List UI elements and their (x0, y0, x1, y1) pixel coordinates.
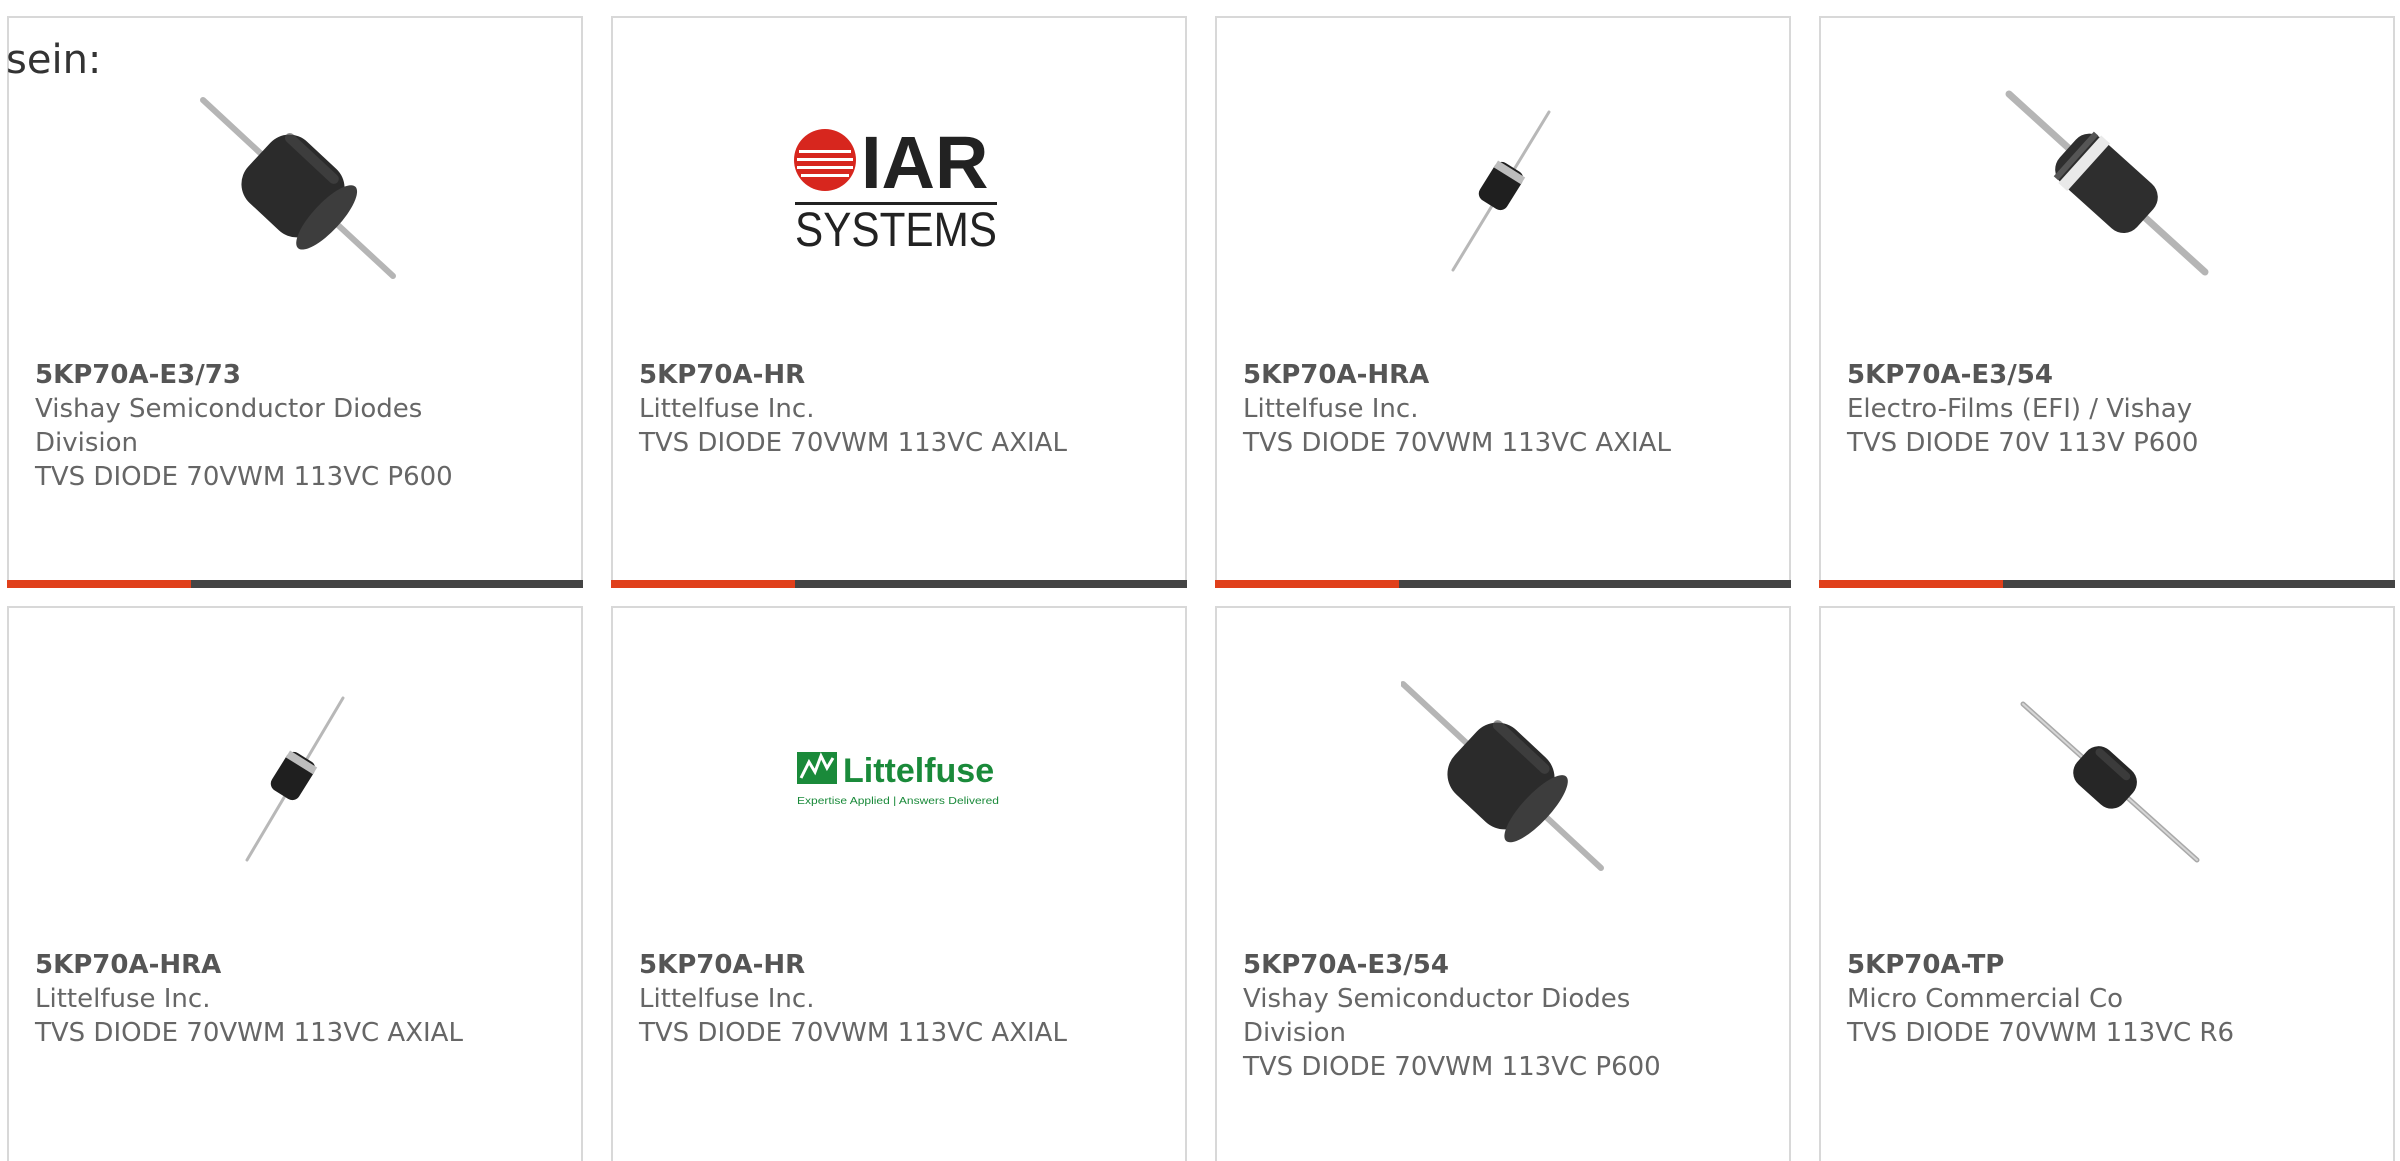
product-info: 5KP70A-HRA Littelfuse Inc. TVS DIODE 70V… (1243, 358, 1763, 460)
product-card[interactable]: Littelfuse Expertise Applied | Answers D… (611, 606, 1187, 1161)
product-info: 5KP70A-HRA Littelfuse Inc. TVS DIODE 70V… (35, 948, 555, 1050)
part-number-link[interactable]: 5KP70A-HRA (35, 948, 555, 982)
card-bottom-bar (7, 580, 583, 588)
manufacturer: Littelfuse Inc. (1243, 394, 1419, 424)
description: TVS DIODE 70VWM 113VC AXIAL (639, 428, 1067, 458)
product-info: 5KP70A-E3/54 Electro-Films (EFI) / Visha… (1847, 358, 2367, 460)
description: TVS DIODE 70VWM 113VC P600 (1243, 1052, 1661, 1082)
product-card[interactable]: 5KP70A-HRA Littelfuse Inc. TVS DIODE 70V… (1215, 16, 1791, 588)
product-card[interactable]: 5KP70A-HRA Littelfuse Inc. TVS DIODE 70V… (7, 606, 583, 1161)
intro-text: sein: (6, 37, 102, 83)
littelfuse-logo-text: Littelfuse (843, 752, 994, 790)
description: TVS DIODE 70VWM 113VC AXIAL (639, 1018, 1067, 1048)
card-accent (1819, 580, 2003, 588)
manufacturer: Vishay Semiconductor Diodes Division (1243, 984, 1631, 1048)
product-card[interactable]: 5KP70A-E3/54 Vishay Semiconductor Diodes… (1215, 606, 1791, 1161)
description: TVS DIODE 70VWM 113VC AXIAL (35, 1018, 463, 1048)
iar-systems-logo: IAR SYSTEMS (794, 121, 997, 257)
product-image[interactable] (1821, 676, 2393, 880)
product-info: 5KP70A-TP Micro Commercial Co TVS DIODE … (1847, 948, 2367, 1050)
product-info: 5KP70A-HR Littelfuse Inc. TVS DIODE 70VW… (639, 358, 1159, 460)
description: TVS DIODE 70V 113V P600 (1847, 428, 2199, 458)
card-bottom-bar (611, 580, 1187, 588)
product-image[interactable] (1821, 86, 2393, 290)
systems-logo-text: SYSTEMS (795, 204, 997, 257)
product-grid-page: sein: 5KP70A-E3/73 Vishay Semiconductor … (0, 0, 2400, 1161)
product-image[interactable]: IAR SYSTEMS (613, 86, 1185, 290)
axial-diode-banded-icon (2005, 90, 2209, 276)
axial-diode-medium-icon (2020, 701, 2200, 863)
manufacturer: Vishay Semiconductor Diodes Division (35, 394, 423, 458)
card-accent (7, 580, 191, 588)
part-number-link[interactable]: 5KP70A-E3/54 (1847, 358, 2367, 392)
part-number-link[interactable]: 5KP70A-E3/54 (1243, 948, 1763, 982)
card-accent (1215, 580, 1399, 588)
product-image[interactable] (1217, 86, 1789, 290)
part-number-link[interactable]: 5KP70A-E3/73 (35, 358, 555, 392)
product-image[interactable] (9, 86, 581, 290)
description: TVS DIODE 70VWM 113VC R6 (1847, 1018, 2235, 1048)
product-card[interactable]: 5KP70A-E3/73 Vishay Semiconductor Diodes… (7, 16, 583, 588)
littelfuse-tagline: Expertise Applied | Answers Delivered (797, 796, 999, 807)
product-card[interactable]: 5KP70A-TP Micro Commercial Co TVS DIODE … (1819, 606, 2395, 1161)
product-info: 5KP70A-HR Littelfuse Inc. TVS DIODE 70VW… (639, 948, 1159, 1050)
manufacturer: Littelfuse Inc. (35, 984, 211, 1014)
product-image[interactable] (9, 676, 581, 880)
axial-diode-small-icon (1451, 110, 1551, 272)
description: TVS DIODE 70VWM 113VC AXIAL (1243, 428, 1671, 458)
axial-diode-small-icon (245, 696, 345, 862)
axial-diode-large-icon (1401, 681, 1604, 871)
manufacturer: Littelfuse Inc. (639, 984, 815, 1014)
product-info: 5KP70A-E3/73 Vishay Semiconductor Diodes… (35, 358, 555, 494)
product-card[interactable]: 5KP70A-E3/54 Electro-Films (EFI) / Visha… (1819, 16, 2395, 588)
product-info: 5KP70A-E3/54 Vishay Semiconductor Diodes… (1243, 948, 1763, 1084)
card-accent (611, 580, 795, 588)
part-number-link[interactable]: 5KP70A-HR (639, 358, 1159, 392)
manufacturer: Littelfuse Inc. (639, 394, 815, 424)
iar-logo-text: IAR (861, 121, 988, 204)
part-number-link[interactable]: 5KP70A-HRA (1243, 358, 1763, 392)
littelfuse-logo: Littelfuse Expertise Applied | Answers D… (797, 752, 999, 807)
product-card[interactable]: IAR SYSTEMS 5KP70A-HR Littelfuse Inc. TV… (611, 16, 1187, 588)
product-image[interactable] (1217, 676, 1789, 880)
card-bottom-bar (1819, 580, 2395, 588)
description: TVS DIODE 70VWM 113VC P600 (35, 462, 453, 492)
axial-diode-large-icon (200, 97, 396, 279)
manufacturer: Electro-Films (EFI) / Vishay (1847, 394, 2193, 424)
part-number-link[interactable]: 5KP70A-TP (1847, 948, 2367, 982)
manufacturer: Micro Commercial Co (1847, 984, 2124, 1014)
product-image[interactable]: Littelfuse Expertise Applied | Answers D… (613, 676, 1185, 880)
card-bottom-bar (1215, 580, 1791, 588)
part-number-link[interactable]: 5KP70A-HR (639, 948, 1159, 982)
